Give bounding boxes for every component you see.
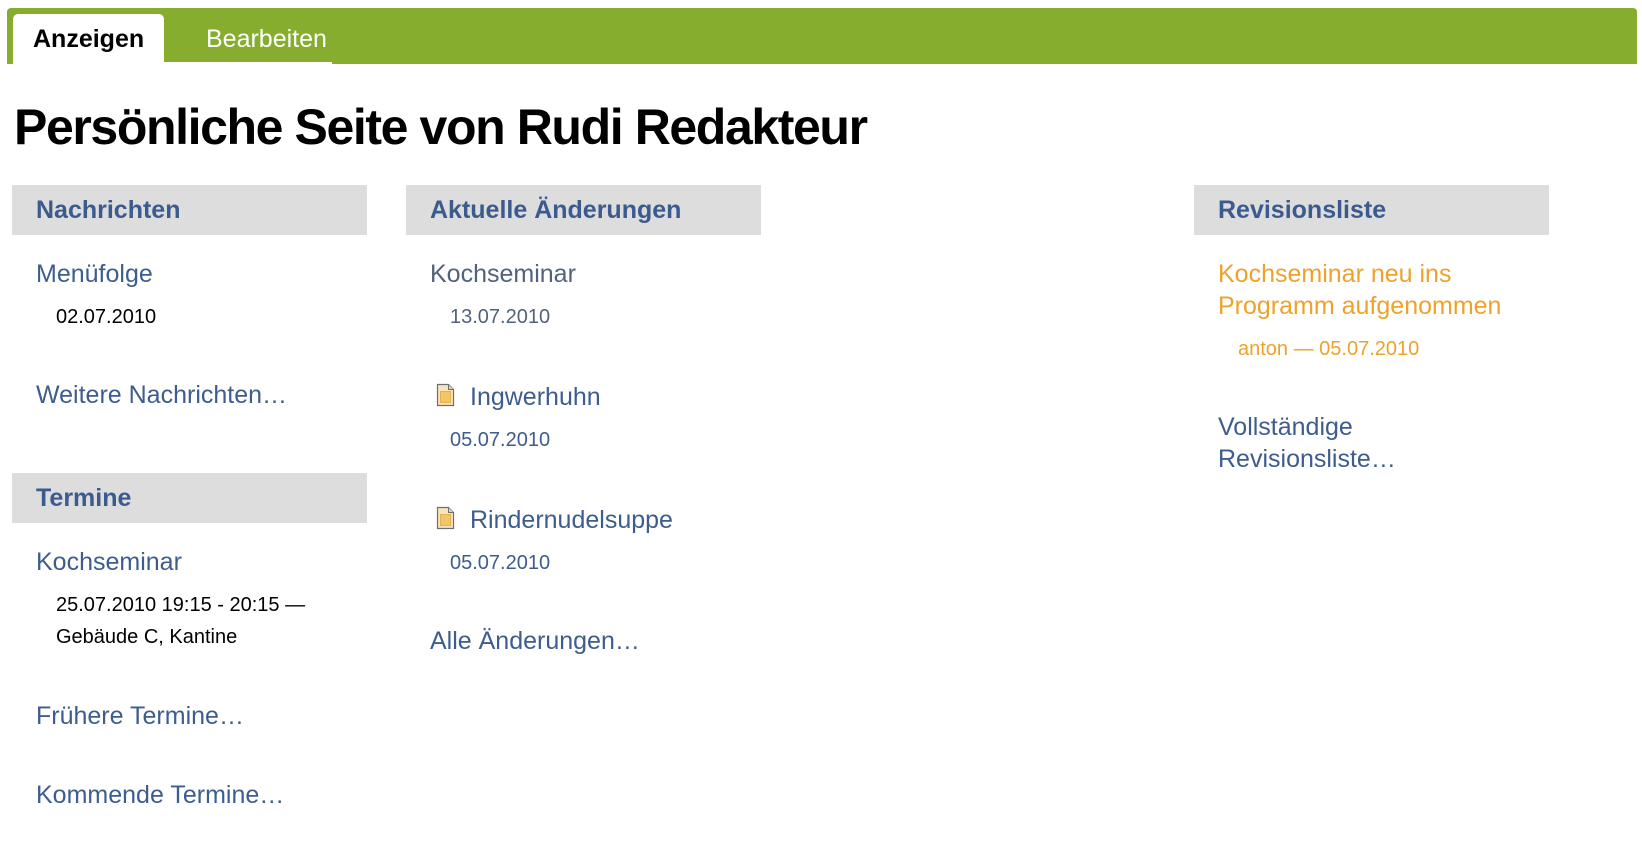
news-item-date: 02.07.2010 xyxy=(56,306,157,328)
recent-changes-portlet-header[interactable]: Aktuelle Änderungen xyxy=(406,185,761,235)
recent-item-date: 05.07.2010 xyxy=(450,552,551,574)
tab-view[interactable]: Anzeigen xyxy=(13,14,164,64)
past-events-link[interactable]: Frühere Termine… xyxy=(36,700,244,732)
tab-divider xyxy=(163,62,332,64)
content-view-tabs: Anzeigen Bearbeiten xyxy=(7,8,1637,64)
recent-item-date: 13.07.2010 xyxy=(450,306,551,328)
full-revision-list-link[interactable]: Vollständige xyxy=(1218,411,1353,443)
full-revision-list-link-cont[interactable]: Revisionsliste… xyxy=(1218,443,1396,475)
page-title: Persönliche Seite von Rudi Redakteur xyxy=(14,99,868,155)
revision-item-link[interactable]: Kochseminar neu ins xyxy=(1218,258,1451,290)
tab-edit[interactable]: Bearbeiten xyxy=(186,14,347,64)
revision-list-portlet-header[interactable]: Revisionsliste xyxy=(1194,185,1549,235)
revision-item-byline: anton — 05.07.2010 xyxy=(1238,338,1420,360)
news-item-link[interactable]: Menüfolge xyxy=(36,258,153,290)
recent-item-link[interactable]: Rindernudelsuppe xyxy=(470,504,673,536)
events-header-label[interactable]: Termine xyxy=(36,484,131,512)
recent-item-link[interactable]: Ingwerhuhn xyxy=(470,381,601,413)
news-header-label[interactable]: Nachrichten xyxy=(36,196,180,224)
event-item-location: Gebäude C, Kantine xyxy=(56,626,238,648)
document-icon xyxy=(436,383,455,407)
revision-item-link-cont[interactable]: Programm aufgenommen xyxy=(1218,290,1501,322)
recent-changes-header-label[interactable]: Aktuelle Änderungen xyxy=(430,196,681,224)
news-portlet-header[interactable]: Nachrichten xyxy=(12,185,367,235)
upcoming-events-link[interactable]: Kommende Termine… xyxy=(36,779,284,811)
document-icon xyxy=(436,506,455,530)
all-changes-link[interactable]: Alle Änderungen… xyxy=(430,625,640,657)
event-item-datetime: 25.07.2010 19:15 - 20:15 — xyxy=(56,594,306,616)
event-item-link[interactable]: Kochseminar xyxy=(36,546,182,578)
recent-item-link[interactable]: Kochseminar xyxy=(430,258,576,290)
events-portlet-header[interactable]: Termine xyxy=(12,473,367,523)
more-news-link[interactable]: Weitere Nachrichten… xyxy=(36,379,287,411)
revision-list-header-label[interactable]: Revisionsliste xyxy=(1218,196,1386,224)
recent-item-date: 05.07.2010 xyxy=(450,429,551,451)
